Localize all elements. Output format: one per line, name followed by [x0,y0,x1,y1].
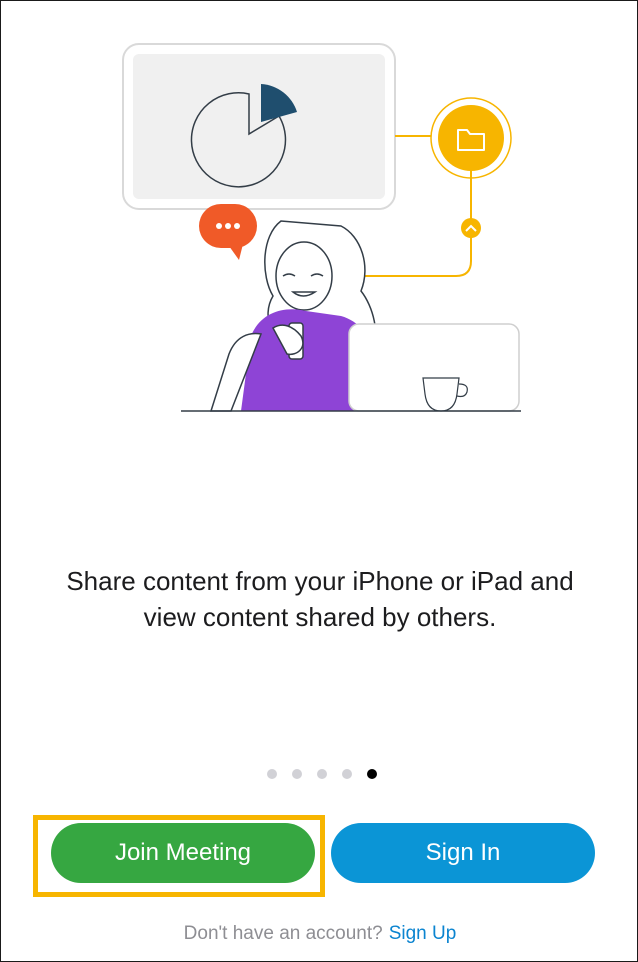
page-indicator[interactable] [267,769,377,779]
signup-footer: Don't have an account? Sign Up [1,923,638,945]
page-dot[interactable] [317,769,327,779]
app-screen: Share content from your iPhone or iPad a… [0,0,638,962]
page-dot[interactable] [267,769,277,779]
folder-icon [430,97,512,179]
join-meeting-button[interactable]: Join Meeting [51,823,315,883]
page-dot[interactable] [292,769,302,779]
sign-in-button[interactable]: Sign In [331,823,595,883]
chat-bubble-icon [199,204,257,260]
page-dot-active[interactable] [367,769,377,779]
chevron-up-icon [461,218,481,238]
signup-prompt: Don't have an account? [183,923,383,944]
sign-up-link[interactable]: Sign Up [389,923,457,944]
page-dot[interactable] [342,769,352,779]
onboarding-illustration [122,43,521,412]
onboarding-caption: Share content from your iPhone or iPad a… [66,566,574,632]
tablet-screen [122,43,396,210]
